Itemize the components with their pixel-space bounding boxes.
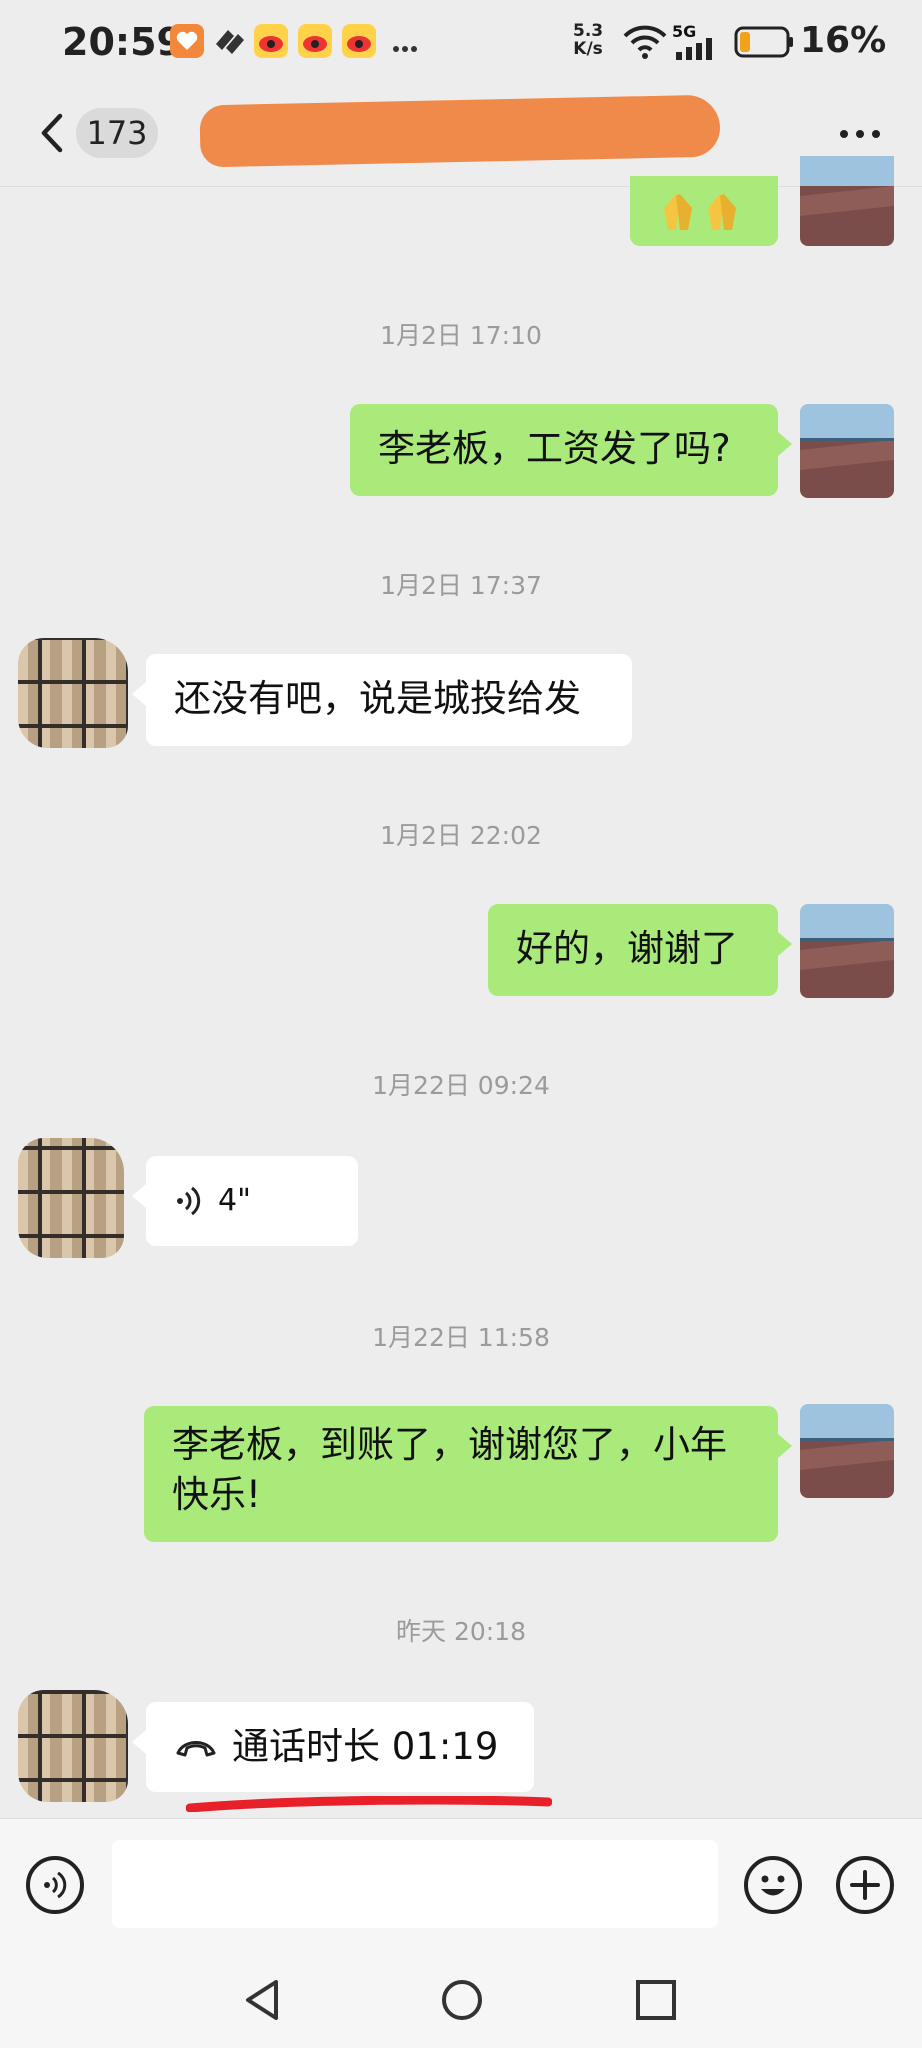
status-bar: 20:59 5.3 K/s 5G 16%	[0, 0, 922, 88]
more-dots-icon	[392, 38, 418, 57]
voice-duration: 4"	[218, 1183, 251, 1218]
header-divider	[0, 186, 922, 187]
self-avatar[interactable]	[800, 904, 894, 998]
message-bubble-self[interactable]: 李老板，到账了，谢谢您了，小年 快乐!	[144, 1406, 792, 1542]
self-avatar[interactable]	[800, 156, 894, 246]
message-bubble-emoji[interactable]	[630, 176, 778, 246]
message-text: 好的，谢谢了	[516, 927, 738, 970]
message-text-line: 李老板，到账了，谢谢您了，小年	[172, 1423, 727, 1466]
contact-avatar[interactable]	[18, 638, 128, 748]
back-button[interactable]	[34, 110, 74, 156]
weibo-icon	[298, 24, 332, 58]
weibo-icon	[254, 24, 288, 58]
net-speed: 5.3 K/s	[573, 21, 604, 59]
self-avatar[interactable]	[800, 1404, 894, 1498]
message-bubble-other[interactable]: 还没有吧，说是城投给发	[132, 654, 632, 746]
emoji-button[interactable]	[744, 1856, 802, 1914]
message-input-field[interactable]	[112, 1840, 718, 1928]
message-timestamp: 1月22日 11:58	[372, 1323, 550, 1352]
message-bubble-self[interactable]: 好的，谢谢了	[488, 904, 792, 996]
message-timestamp: 1月22日 09:24	[372, 1071, 550, 1100]
voice-wave-icon	[177, 1186, 201, 1216]
voice-wave-icon	[44, 1871, 67, 1899]
bubble-tail	[132, 682, 146, 706]
bubble-tail	[778, 932, 792, 956]
nav-recents-icon[interactable]	[634, 1978, 678, 2026]
message-timestamp: 昨天 20:18	[396, 1617, 526, 1646]
message-timestamp: 1月2日 22:02	[380, 821, 542, 850]
plus-icon	[850, 1870, 880, 1900]
app-swirl-icon	[212, 24, 248, 58]
signal-icon	[674, 38, 718, 64]
message-bubble-self[interactable]: 李老板，工资发了吗?	[350, 404, 792, 496]
more-options-icon[interactable]	[836, 112, 884, 152]
message-timestamp: 1月2日 17:37	[380, 571, 542, 600]
nav-back-icon[interactable]	[238, 1976, 286, 2028]
status-time: 20:59	[62, 20, 183, 64]
praying-hands-emoji-icon	[664, 194, 736, 230]
smiley-icon	[761, 1875, 785, 1896]
message-timestamp: 1月2日 17:10	[380, 321, 542, 350]
contact-avatar[interactable]	[18, 1690, 128, 1802]
self-avatar[interactable]	[800, 404, 894, 498]
call-record-bubble[interactable]: 通话时长 01:19	[132, 1702, 534, 1792]
wifi-icon	[622, 24, 668, 64]
bubble-tail	[132, 1184, 146, 1208]
call-duration-text: 通话时长 01:19	[232, 1725, 499, 1768]
voice-input-button[interactable]	[26, 1856, 84, 1914]
bubble-tail	[778, 1434, 792, 1458]
bubble-tail	[778, 432, 792, 456]
app-heart-icon	[170, 24, 204, 58]
unread-count-badge[interactable]: 173	[76, 108, 158, 158]
message-text: 李老板，工资发了吗?	[378, 427, 731, 470]
contact-avatar[interactable]	[18, 1138, 124, 1258]
redacted-contact-name	[199, 94, 721, 168]
voice-message-bubble[interactable]: 4"	[132, 1156, 358, 1246]
message-text-line: 快乐!	[172, 1473, 261, 1516]
battery-icon	[734, 26, 794, 62]
battery-percent: 16%	[800, 20, 887, 61]
add-attachment-button[interactable]	[836, 1856, 894, 1914]
red-underline-annotation	[185, 1795, 553, 1813]
message-text: 还没有吧，说是城投给发	[174, 677, 581, 720]
phone-hangup-icon	[176, 1741, 216, 1757]
nav-home-icon[interactable]	[438, 1976, 486, 2028]
bubble-tail	[132, 1730, 146, 1754]
weibo-icon	[342, 24, 376, 58]
